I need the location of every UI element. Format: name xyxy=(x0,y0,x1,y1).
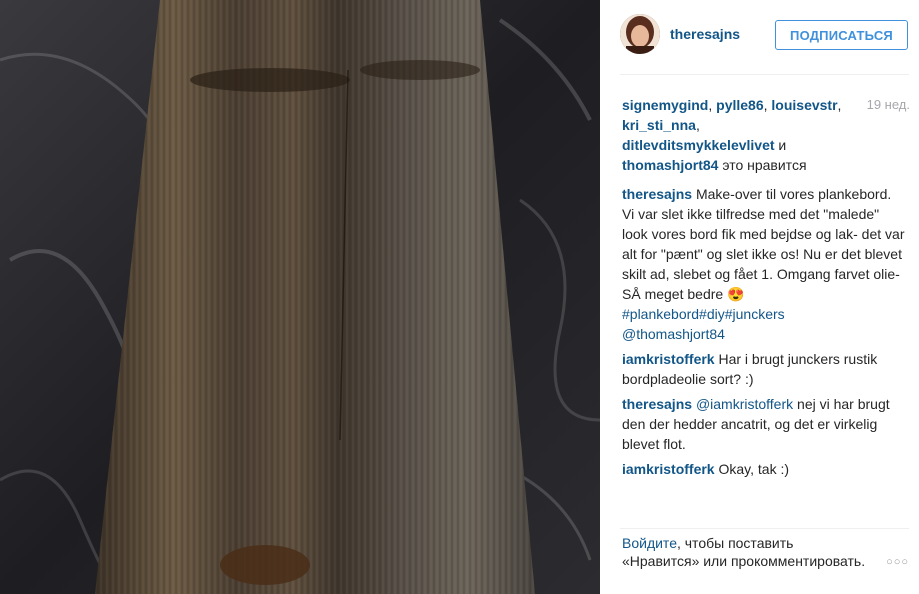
mention-link[interactable]: @thomashjort84 xyxy=(622,326,725,342)
like-user-link[interactable]: ditlevditsmykkelevlivet xyxy=(622,137,775,153)
comment-item: theresajns @iamkristofferk nej vi har br… xyxy=(622,394,907,454)
post-photo[interactable] xyxy=(0,0,600,594)
divider xyxy=(620,74,909,75)
login-prompt: Войдите, чтобы поставить «Нравится» или … xyxy=(622,534,872,570)
likes-separator: , xyxy=(695,117,700,133)
comment-item: theresajns Make-over til vores plankebor… xyxy=(622,184,907,344)
comment-author[interactable]: iamkristofferk xyxy=(622,461,715,477)
comment-item: iamkristofferk Okay, tak :) xyxy=(622,459,907,479)
like-user-link[interactable]: pylle86 xyxy=(716,97,763,113)
comment-text: Okay, tak :) xyxy=(718,461,790,477)
wood-plank-image xyxy=(0,0,600,594)
like-user-link[interactable]: signemygind xyxy=(622,97,708,113)
comment-text: Make-over til vores plankebord. Vi var s… xyxy=(622,186,905,302)
mention-link[interactable]: @iamkristofferk xyxy=(696,396,793,412)
avatar-image xyxy=(620,14,660,54)
likes-summary: signemygind, pylle86, louisevstr, kri_st… xyxy=(622,95,907,175)
comment-author[interactable]: theresajns xyxy=(622,186,692,202)
follow-button[interactable]: ПОДПИСАТЬСЯ xyxy=(775,20,908,50)
post-header: theresajns ПОДПИСАТЬСЯ xyxy=(620,14,910,56)
post-sidebar: theresajns ПОДПИСАТЬСЯ signemygind, pyll… xyxy=(600,0,919,594)
divider xyxy=(620,528,909,529)
more-options-icon[interactable]: ○○○ xyxy=(886,556,909,568)
avatar[interactable] xyxy=(620,14,660,54)
likes-separator: , xyxy=(837,97,842,113)
post-time[interactable]: 19 нед. xyxy=(867,95,910,115)
likes-and: и xyxy=(774,137,787,153)
like-user-link[interactable]: thomashjort84 xyxy=(622,157,718,173)
login-link[interactable]: Войдите xyxy=(622,535,677,551)
hashtag-link[interactable]: #plankebord#diy#junckers xyxy=(622,306,785,322)
comment-list: theresajns Make-over til vores plankebor… xyxy=(622,184,907,484)
likes-separator: , xyxy=(708,97,717,113)
comment-item: iamkristofferk Har i brugt junckers rust… xyxy=(622,349,907,389)
like-user-link[interactable]: louisevstr xyxy=(771,97,837,113)
like-user-link[interactable]: kri_sti_nna xyxy=(622,117,696,133)
comment-author[interactable]: theresajns xyxy=(622,396,692,412)
comment-author[interactable]: iamkristofferk xyxy=(622,351,715,367)
likes-suffix: это нравится xyxy=(718,157,807,173)
post-username[interactable]: theresajns xyxy=(670,26,740,42)
